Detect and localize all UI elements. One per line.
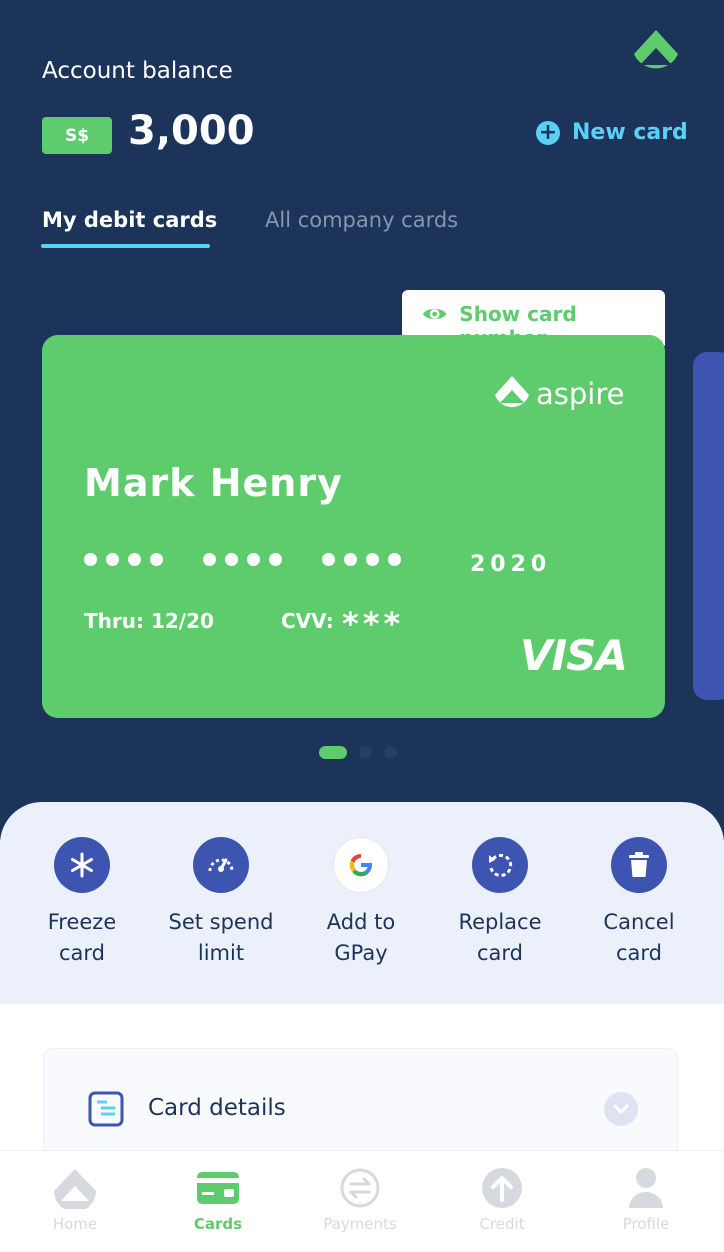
- new-card-label: New card: [572, 120, 688, 145]
- nav-payments[interactable]: Payments: [290, 1165, 430, 1233]
- active-tab-indicator: [41, 244, 210, 248]
- add-to-gpay-label-line1: Add to: [326, 910, 396, 934]
- arrow-up-icon: [482, 1168, 522, 1208]
- card-brand-logo: aspire: [494, 375, 624, 413]
- pager-dot-active[interactable]: [319, 746, 347, 759]
- set-spend-limit-label-line1: Set spend: [168, 910, 274, 934]
- add-to-gpay-button[interactable]: Add to GPay: [291, 837, 431, 969]
- cvv-label: CVV:: [281, 609, 334, 633]
- snowflake-icon: [54, 837, 110, 893]
- balance-amount: 3,000: [128, 108, 255, 154]
- nav-cards[interactable]: Cards: [148, 1165, 288, 1233]
- nav-home[interactable]: Home: [5, 1165, 145, 1233]
- aspire-logo-icon: [495, 376, 529, 408]
- transfer-icon: [340, 1168, 380, 1208]
- google-icon: [333, 837, 389, 893]
- nav-profile[interactable]: Profile: [576, 1165, 716, 1233]
- card-last-digits: 2020: [470, 552, 552, 577]
- freeze-card-label-line1: Freeze: [47, 910, 117, 934]
- replace-card-button[interactable]: Replace card: [430, 837, 570, 969]
- currency-badge: S$: [42, 117, 112, 154]
- freeze-card-label-line2: card: [58, 941, 105, 965]
- eye-icon: [422, 308, 447, 320]
- speedometer-icon: [193, 837, 249, 893]
- cancel-card-button[interactable]: Cancel card: [569, 837, 709, 969]
- bottom-navigation: Home Cards Payments Credit Profile: [0, 1150, 724, 1252]
- cancel-card-label-line1: Cancel: [603, 910, 675, 934]
- set-spend-limit-label-line2: limit: [197, 941, 245, 965]
- pager-dot[interactable]: [384, 746, 397, 759]
- home-icon: [54, 1169, 96, 1209]
- set-spend-limit-button[interactable]: Set spend limit: [151, 837, 291, 969]
- tab-my-debit-cards[interactable]: My debit cards: [42, 208, 217, 232]
- nav-profile-label: Profile: [622, 1215, 670, 1233]
- pager-dot[interactable]: [359, 746, 372, 759]
- freeze-card-button[interactable]: Freeze card: [12, 837, 152, 969]
- masked-card-number: [84, 553, 401, 566]
- cvv-value: ***: [342, 605, 405, 643]
- card-pager[interactable]: [319, 746, 397, 759]
- next-card-peek[interactable]: [693, 352, 724, 700]
- refresh-icon: [472, 837, 528, 893]
- expand-chevron-button[interactable]: [604, 1092, 638, 1126]
- aspire-logo-icon: [634, 30, 678, 69]
- chevron-down-icon: [613, 1104, 629, 1114]
- nav-cards-label: Cards: [193, 1215, 243, 1233]
- card-details-title: Card details: [148, 1095, 286, 1121]
- replace-card-label-line1: Replace: [458, 910, 542, 934]
- user-icon: [629, 1168, 663, 1208]
- replace-card-label-line2: card: [476, 941, 523, 965]
- cancel-card-label-line2: card: [615, 941, 662, 965]
- plus-circle-icon: +: [536, 120, 560, 145]
- nav-credit[interactable]: Credit: [432, 1165, 572, 1233]
- tab-all-company-cards[interactable]: All company cards: [265, 208, 458, 232]
- card-holder-name: Mark Henry: [84, 461, 343, 505]
- card-icon: [197, 1172, 239, 1204]
- document-icon: [88, 1091, 124, 1127]
- account-balance-label: Account balance: [42, 58, 233, 84]
- card-actions-panel: Freeze card Set spend limit Add to GPay …: [0, 802, 724, 1004]
- nav-payments-label: Payments: [323, 1215, 397, 1233]
- visa-logo: VISA: [520, 631, 628, 680]
- new-card-button[interactable]: + New card: [536, 120, 688, 145]
- nav-credit-label: Credit: [479, 1215, 525, 1233]
- card-expiry: Thru: 12/20: [84, 609, 214, 633]
- trash-icon: [611, 837, 667, 893]
- add-to-gpay-label-line2: GPay: [334, 941, 388, 965]
- debit-card[interactable]: aspire Mark Henry 2020 Thru: 12/20 CVV: …: [42, 335, 665, 718]
- card-brand-name: aspire: [536, 377, 625, 411]
- nav-home-label: Home: [52, 1215, 98, 1233]
